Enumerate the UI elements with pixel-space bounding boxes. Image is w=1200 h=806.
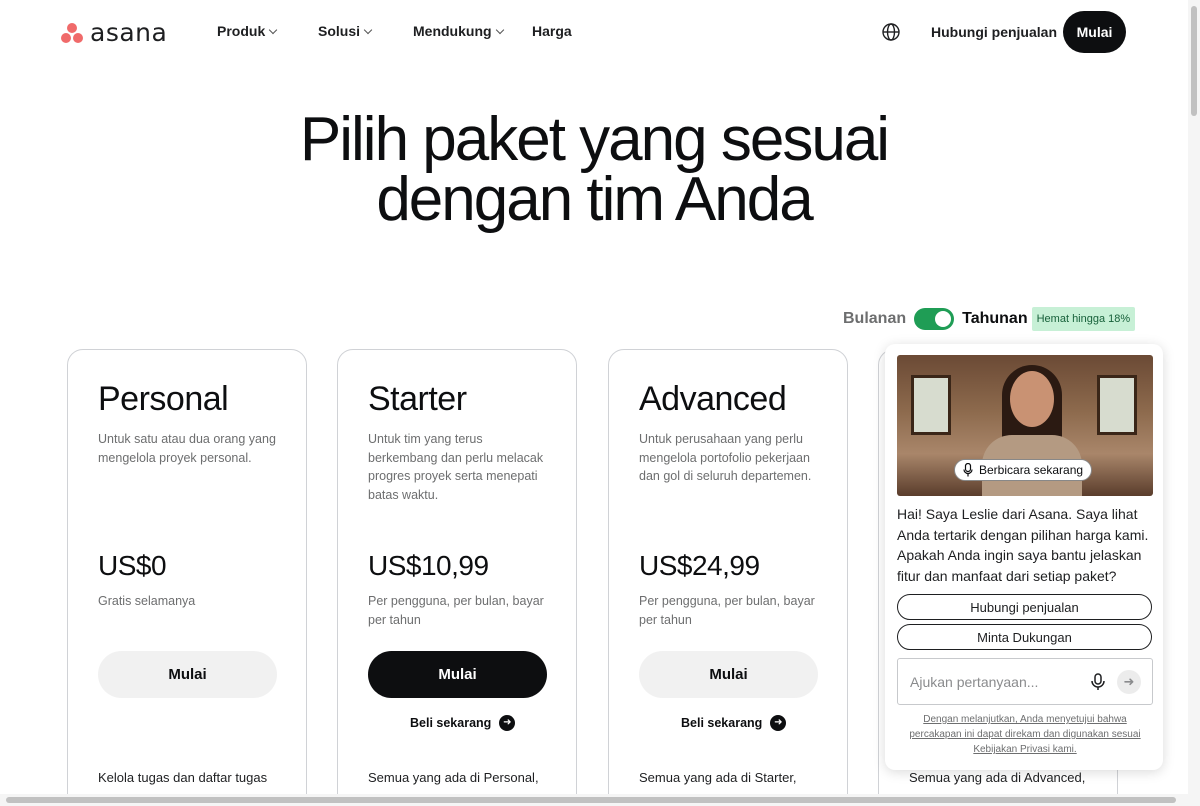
nav-mendukung[interactable]: Mendukung bbox=[413, 23, 504, 39]
site-header: asana Produk Solusi Mendukung Harga Hubu… bbox=[0, 0, 1188, 64]
microphone-icon bbox=[963, 463, 973, 477]
microphone-icon[interactable] bbox=[1088, 672, 1108, 692]
chevron-down-icon bbox=[268, 25, 278, 34]
buy-now-link[interactable]: Beli sekarang ➜ bbox=[410, 715, 516, 731]
chat-legal-notice[interactable]: Dengan melanjutkan, Anda menyetujui bahw… bbox=[909, 712, 1141, 757]
billing-toggle-switch[interactable] bbox=[914, 308, 955, 330]
plan-price-note: Gratis selamanya bbox=[98, 594, 196, 608]
speak-now-button[interactable]: Berbicara sekarang bbox=[954, 459, 1093, 481]
nav-harga[interactable]: Harga bbox=[532, 23, 572, 39]
plan-start-button[interactable]: Mulai bbox=[98, 651, 277, 698]
buy-now-link[interactable]: Beli sekarang ➜ bbox=[681, 715, 787, 731]
chat-widget: Berbicara sekarang Hai! Saya Leslie dari… bbox=[885, 344, 1163, 770]
page-title-line-2: dengan tim Anda bbox=[376, 165, 813, 234]
plan-description: Untuk satu atau dua orang yang mengelola… bbox=[98, 432, 276, 465]
plan-name: Personal bbox=[98, 380, 229, 418]
plan-name: Advanced bbox=[639, 380, 787, 418]
background-window bbox=[911, 375, 951, 435]
buy-now-label: Beli sekarang bbox=[681, 716, 763, 730]
plan-start-button[interactable]: Mulai bbox=[368, 651, 547, 698]
chat-message: Hai! Saya Leslie dari Asana. Saya lihat … bbox=[897, 506, 1149, 585]
background-window bbox=[1097, 375, 1137, 435]
page-title: Pilih paket yang sesuai dengan tim Anda bbox=[0, 105, 1188, 234]
nav-label: Harga bbox=[532, 23, 572, 39]
start-button[interactable]: Mulai bbox=[1063, 11, 1126, 53]
plan-feature: Semua yang ada di Personal, bbox=[368, 770, 539, 785]
plan-feature: Kelola tugas dan daftar tugas bbox=[98, 770, 268, 785]
plan-price-note: Per pengguna, per bulan, bayar per tahun bbox=[368, 594, 544, 627]
savings-badge: Hemat hingga 18% bbox=[1031, 307, 1136, 331]
plan-price: US$10,99 bbox=[368, 550, 489, 581]
plan-feature: Semua yang ada di Starter, bbox=[639, 770, 797, 785]
asana-logo[interactable]: asana bbox=[60, 18, 167, 47]
chat-get-support-button[interactable]: Minta Dukungan bbox=[897, 624, 1152, 650]
nav-solusi[interactable]: Solusi bbox=[318, 23, 373, 39]
speak-now-label: Berbicara sekarang bbox=[979, 463, 1084, 477]
logo-text: asana bbox=[90, 18, 168, 47]
send-arrow-icon[interactable]: ➜ bbox=[1117, 670, 1141, 694]
monthly-label[interactable]: Bulanan bbox=[843, 310, 906, 328]
plan-card-starter: Starter Untuk tim yang terus berkembang … bbox=[337, 349, 577, 806]
plan-price: US$24,99 bbox=[639, 550, 760, 581]
chevron-down-icon bbox=[363, 25, 373, 34]
nav-produk[interactable]: Produk bbox=[217, 23, 278, 39]
asana-logo-icon bbox=[60, 21, 84, 45]
scrollbar-thumb[interactable] bbox=[6, 797, 1176, 803]
plan-feature: Semua yang ada di Advanced, bbox=[909, 770, 1086, 785]
plan-card-personal: Personal Untuk satu atau dua orang yang … bbox=[67, 349, 307, 806]
page-title-line-1: Pilih paket yang sesuai bbox=[299, 105, 890, 174]
plan-description: Untuk tim yang terus berkembang dan perl… bbox=[368, 432, 544, 502]
chat-input-placeholder: Ajukan pertanyaan... bbox=[910, 674, 1039, 690]
arrow-right-icon: ➜ bbox=[770, 715, 787, 731]
chevron-down-icon bbox=[495, 25, 504, 34]
plan-price: US$0 bbox=[98, 550, 167, 581]
globe-icon[interactable] bbox=[881, 22, 901, 42]
contact-sales-link[interactable]: Hubungi penjualan bbox=[931, 24, 1057, 40]
yearly-label[interactable]: Tahunan bbox=[962, 310, 1027, 328]
assistant-video[interactable]: Berbicara sekarang bbox=[897, 355, 1153, 496]
scrollbar-thumb[interactable] bbox=[1191, 6, 1197, 116]
plan-description: Untuk perusahaan yang perlu mengelola po… bbox=[639, 432, 812, 483]
nav-label: Mendukung bbox=[413, 23, 492, 39]
toggle-knob bbox=[935, 311, 952, 327]
chat-contact-sales-button[interactable]: Hubungi penjualan bbox=[897, 594, 1152, 620]
plan-start-button[interactable]: Mulai bbox=[639, 651, 818, 698]
nav-label: Produk bbox=[217, 23, 266, 39]
nav-label: Solusi bbox=[318, 23, 361, 39]
plan-card-advanced: Advanced Untuk perusahaan yang perlu men… bbox=[608, 349, 848, 806]
billing-period-toggle: Bulanan Tahunan Hemat hingga 18% bbox=[843, 307, 1136, 331]
vertical-scrollbar[interactable] bbox=[1188, 0, 1200, 806]
arrow-right-icon: ➜ bbox=[499, 715, 516, 731]
plan-price-note: Per pengguna, per bulan, bayar per tahun bbox=[639, 594, 815, 627]
buy-now-label: Beli sekarang bbox=[410, 716, 492, 730]
chat-question-input[interactable]: Ajukan pertanyaan... ➜ bbox=[897, 658, 1153, 705]
plan-name: Starter bbox=[368, 380, 467, 418]
horizontal-scrollbar[interactable] bbox=[0, 794, 1188, 806]
